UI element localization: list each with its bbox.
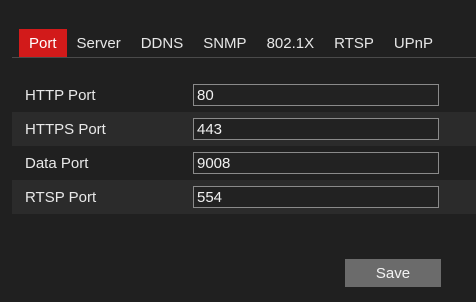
tab-upnp[interactable]: UPnP bbox=[384, 29, 443, 57]
tab-list: Port Server DDNS SNMP 802.1X RTSP UPnP bbox=[19, 29, 443, 57]
tab-802-1x[interactable]: 802.1X bbox=[257, 29, 325, 57]
https-port-row: HTTPS Port bbox=[12, 112, 476, 146]
tab-server[interactable]: Server bbox=[67, 29, 131, 57]
tab-divider bbox=[12, 57, 476, 58]
settings-tab-bar: Port Server DDNS SNMP 802.1X RTSP UPnP bbox=[0, 0, 476, 62]
data-port-label: Data Port bbox=[25, 154, 89, 172]
port-form: HTTP Port HTTPS Port Data Port RTSP Port bbox=[12, 78, 476, 214]
https-port-input[interactable] bbox=[193, 118, 439, 140]
tab-rtsp[interactable]: RTSP bbox=[324, 29, 384, 57]
https-port-label: HTTPS Port bbox=[25, 120, 106, 138]
tab-ddns[interactable]: DDNS bbox=[131, 29, 194, 57]
data-port-input[interactable] bbox=[193, 152, 439, 174]
http-port-input[interactable] bbox=[193, 84, 439, 106]
http-port-label: HTTP Port bbox=[25, 86, 96, 104]
data-port-row: Data Port bbox=[12, 146, 476, 180]
port-settings-panel: Port Server DDNS SNMP 802.1X RTSP UPnP H… bbox=[0, 0, 476, 302]
rtsp-port-input[interactable] bbox=[193, 186, 439, 208]
http-port-row: HTTP Port bbox=[12, 78, 476, 112]
rtsp-port-row: RTSP Port bbox=[12, 180, 476, 214]
tab-port[interactable]: Port bbox=[19, 29, 67, 57]
save-button[interactable]: Save bbox=[345, 259, 441, 287]
rtsp-port-label: RTSP Port bbox=[25, 188, 97, 206]
tab-snmp[interactable]: SNMP bbox=[193, 29, 256, 57]
